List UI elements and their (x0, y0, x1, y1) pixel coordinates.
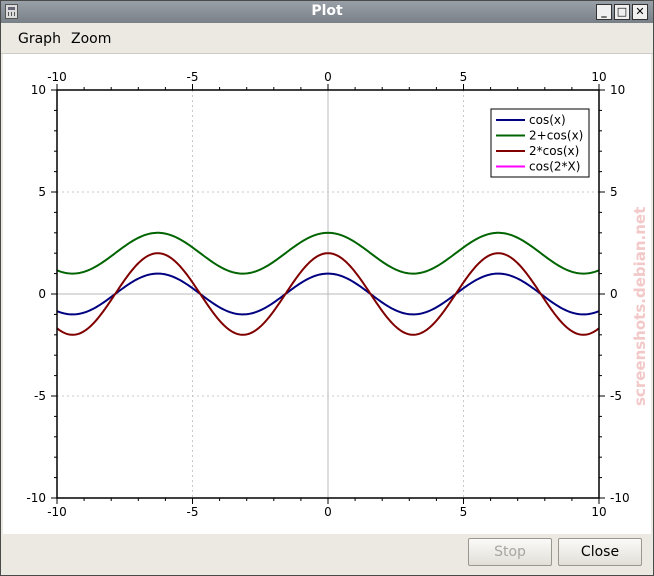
y-tick-label-right: 0 (610, 287, 618, 301)
x-tick-label-bottom: -10 (47, 505, 67, 519)
y-tick-label-left: 10 (31, 83, 46, 97)
x-tick-label-top: 0 (324, 70, 332, 84)
x-tick-label-bottom: 0 (324, 505, 332, 519)
y-tick-label-right: -5 (610, 389, 622, 403)
legend-label-0: cos(x) (529, 113, 566, 127)
menu-graph[interactable]: Graph (18, 31, 61, 47)
x-tick-label-top: -10 (47, 70, 67, 84)
legend-label-1: 2+cos(x) (529, 129, 583, 143)
x-tick-label-top: 10 (591, 70, 606, 84)
menu-zoom[interactable]: Zoom (71, 31, 111, 47)
window-title: Plot (311, 3, 343, 19)
legend-label-2: 2*cos(x) (529, 144, 579, 158)
y-tick-label-right: -10 (610, 491, 630, 505)
chart[interactable]: -10-10-5-500551010-10 -10-5 -50 05 510 10 cos… (3, 54, 651, 534)
close-button[interactable]: Close (558, 538, 642, 566)
y-tick-label-left: 0 (38, 287, 46, 301)
y-tick-label-left: 5 (38, 185, 46, 199)
y-tick-label-left: -5 (34, 389, 46, 403)
minimize-button[interactable]: _ (596, 4, 612, 20)
maximize-button[interactable]: □ (614, 4, 630, 20)
x-tick-label-bottom: 10 (591, 505, 606, 519)
menu-bar: Graph Zoom (1, 23, 653, 54)
title-bar[interactable]: Plot _ □ ✕ (1, 1, 653, 23)
close-window-button[interactable]: ✕ (632, 4, 648, 20)
plot-window: Plot _ □ ✕ Graph Zoom -10 -10 -5 -5 0 0 5 5 10 10… (0, 0, 654, 576)
plot-area[interactable]: -10 -10 -5 -5 0 0 5 5 10 10 -10 -10 -5 -5 0 0 5 5 10 10 cos… (3, 54, 651, 534)
legend-label-3: cos(2*X) (529, 160, 580, 174)
x-tick-label-bottom: -5 (187, 505, 199, 519)
watermark: screenshots.debian.net (631, 207, 649, 406)
x-tick-label-top: 5 (460, 70, 468, 84)
x-tick-label-bottom: 5 (460, 505, 468, 519)
y-tick-label-right: 5 (610, 185, 618, 199)
stop-button[interactable]: Stop (468, 538, 552, 566)
x-tick-label-top: -5 (187, 70, 199, 84)
y-tick-label-right: 10 (610, 83, 625, 97)
y-tick-label-left: -10 (26, 491, 46, 505)
